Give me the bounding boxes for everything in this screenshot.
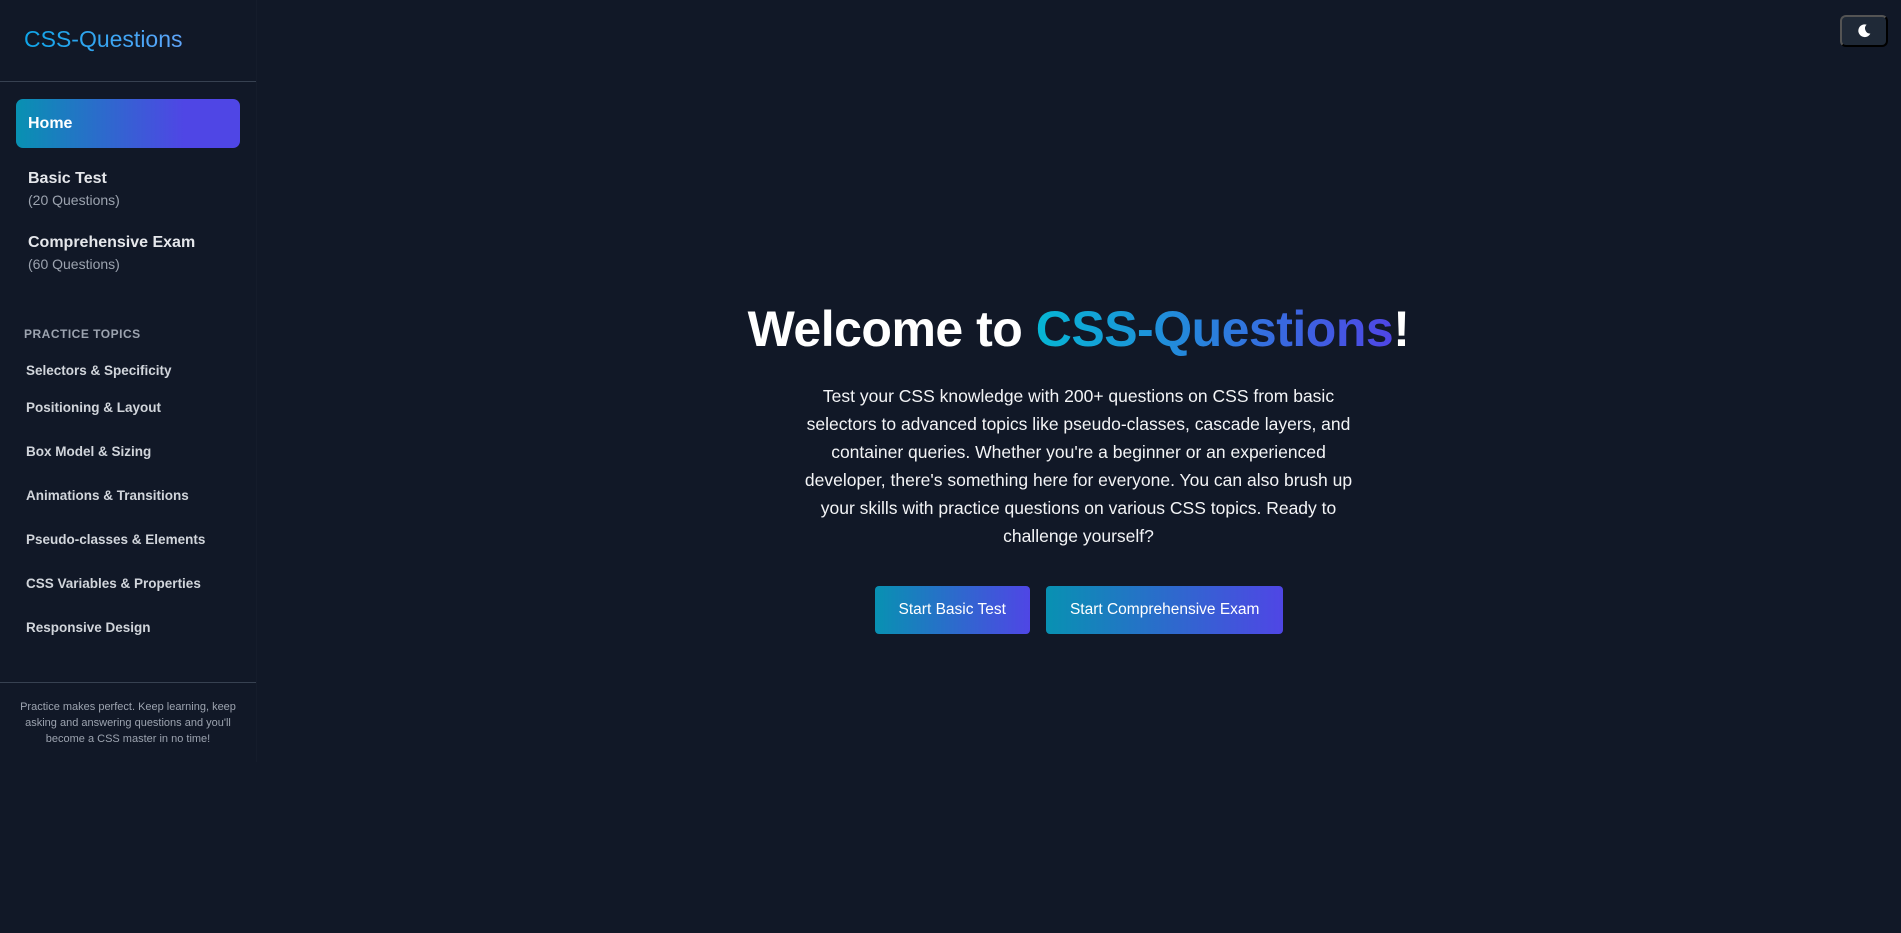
sidebar-item-sublabel: (60 Questions) bbox=[28, 256, 120, 272]
sidebar-item-comprehensive-exam[interactable]: Comprehensive Exam (60 Questions) bbox=[16, 222, 240, 303]
main-content: Welcome to CSS-Questions! Test your CSS … bbox=[256, 0, 1901, 933]
brand-title[interactable]: CSS-Questions bbox=[24, 26, 183, 52]
topic-selectors-specificity[interactable]: Selectors & Specificity bbox=[16, 355, 240, 386]
brand: CSS-Questions bbox=[0, 0, 256, 82]
sidebar: CSS-Questions Home Basic Test (20 Questi… bbox=[0, 0, 256, 762]
hero-actions: Start Basic Test Start Comprehensive Exa… bbox=[256, 586, 1901, 634]
topic-positioning-layout[interactable]: Positioning & Layout bbox=[16, 386, 240, 430]
page-title: Welcome to CSS-Questions! bbox=[256, 300, 1901, 358]
hero-description: Test your CSS knowledge with 200+ questi… bbox=[804, 386, 1353, 546]
topic-pseudo-classes-elements[interactable]: Pseudo-classes & Elements bbox=[16, 518, 240, 562]
topic-css-variables-properties[interactable]: CSS Variables & Properties bbox=[16, 562, 240, 606]
sidebar-item-home[interactable]: Home bbox=[16, 99, 240, 148]
sidebar-footer-text: Practice makes perfect. Keep learning, k… bbox=[0, 682, 256, 747]
hero-section: Welcome to CSS-Questions! Test your CSS … bbox=[256, 300, 1901, 634]
sidebar-nav: Home Basic Test (20 Questions) Comprehen… bbox=[0, 82, 256, 303]
title-accent: CSS-Questions bbox=[1035, 301, 1394, 357]
practice-topics-list: Selectors & Specificity Positioning & La… bbox=[0, 355, 256, 650]
title-prefix: Welcome to bbox=[747, 301, 1036, 357]
start-basic-test-button[interactable]: Start Basic Test bbox=[874, 586, 1030, 634]
topic-animations-transitions[interactable]: Animations & Transitions bbox=[16, 474, 240, 518]
sidebar-item-sublabel: (20 Questions) bbox=[28, 192, 120, 208]
title-suffix: ! bbox=[1393, 301, 1410, 357]
topic-responsive-design[interactable]: Responsive Design bbox=[16, 606, 240, 650]
topic-box-model-sizing[interactable]: Box Model & Sizing bbox=[16, 430, 240, 474]
sidebar-item-label: Home bbox=[28, 115, 73, 132]
start-comprehensive-exam-button[interactable]: Start Comprehensive Exam bbox=[1045, 586, 1284, 634]
sidebar-item-basic-test[interactable]: Basic Test (20 Questions) bbox=[16, 148, 240, 222]
sidebar-item-label: Basic Test bbox=[28, 170, 107, 187]
sidebar-item-label: Comprehensive Exam bbox=[28, 234, 196, 251]
practice-topics-heading: PRACTICE TOPICS bbox=[24, 327, 141, 341]
